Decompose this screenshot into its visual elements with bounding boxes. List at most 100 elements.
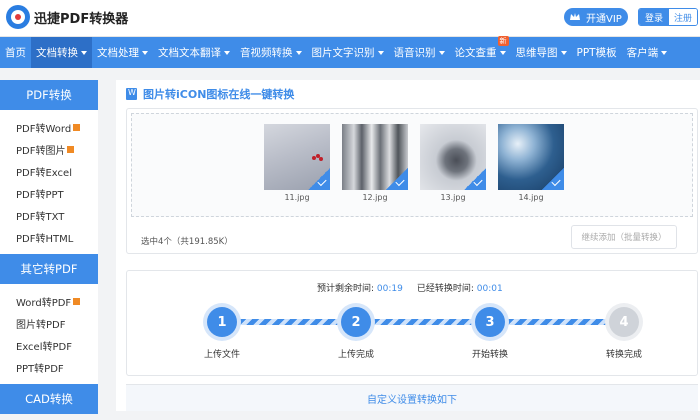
hot-icon <box>73 297 81 305</box>
sidebar-item[interactable]: PDF转HTML <box>0 226 98 248</box>
step-4-label: 转换完成 <box>605 350 642 360</box>
sidebar-item-label: PDF转PPT <box>16 189 64 201</box>
berries-decoration <box>312 154 324 162</box>
selected-files-info: 选中4个（共191.85K） <box>141 237 233 247</box>
sidebar-item[interactable]: Word转PDF <box>0 290 98 312</box>
sidebar-item[interactable]: PDF转Excel <box>0 160 98 182</box>
elapsed-time: 已经转换时间: 00:01 <box>417 281 503 294</box>
step-1-circle: 1 <box>207 307 237 337</box>
checked-icon[interactable] <box>542 168 564 190</box>
chevron-down-icon <box>224 50 230 55</box>
sidebar-item[interactable]: PDF转Word <box>0 116 98 138</box>
custom-settings-link[interactable]: 自定义设置转换如下 <box>126 384 698 411</box>
elapsed-time-value: 00:01 <box>476 284 503 294</box>
file-drop-area[interactable]: 11.jpg 12.jpg 13.jpg 14.jpg <box>131 113 693 217</box>
chevron-down-icon <box>377 50 384 55</box>
checked-icon[interactable] <box>386 168 408 190</box>
chevron-down-icon <box>499 50 506 55</box>
step-2-label: 上传完成 <box>337 350 374 360</box>
sidebar-item[interactable]: PDF转PPT <box>0 182 98 204</box>
checked-icon[interactable] <box>464 168 486 190</box>
chevron-down-icon <box>142 50 148 55</box>
nav-item-9[interactable]: PPT模板 <box>572 37 622 68</box>
sidebar-item[interactable]: Excel转PDF <box>0 334 98 356</box>
sidebar-item[interactable]: PDF转图片 <box>0 138 98 160</box>
nav-item-5[interactable]: 图片文字识别 <box>307 37 389 68</box>
upload-panel: 11.jpg 12.jpg 13.jpg 14.jpg 选中4个（共191.85… <box>126 108 698 254</box>
chevron-down-icon <box>295 50 302 55</box>
nav-item-label: PPT模板 <box>576 47 617 59</box>
page-title: 图片转iCON图标在线一键转换 <box>143 88 295 101</box>
brand-name[interactable]: 迅捷PDF转换器 <box>34 8 128 27</box>
step-2-circle: 2 <box>341 307 371 337</box>
nav-item-4[interactable]: 音视频转换 <box>235 37 307 68</box>
remaining-time-value: 00:19 <box>376 284 403 294</box>
nav-item-label: 图片文字识别 <box>311 47 375 59</box>
file-name: 11.jpg <box>284 193 310 202</box>
nav-item-label: 论文查重 <box>454 47 497 59</box>
main-content: 图片转iCON图标在线一键转换 11.jpg <box>116 80 700 411</box>
file-item[interactable]: 13.jpg <box>420 124 486 202</box>
register-button[interactable]: 注册 <box>669 9 697 25</box>
checked-icon[interactable] <box>308 168 330 190</box>
page-title-row: 图片转iCON图标在线一键转换 <box>126 86 294 102</box>
nav-item-8[interactable]: 思维导图 <box>511 37 572 68</box>
chevron-down-icon <box>438 50 445 55</box>
step-1-label: 上传文件 <box>203 350 240 360</box>
sidebar-section-title[interactable]: 其它转PDF <box>0 254 98 284</box>
file-list: 11.jpg 12.jpg 13.jpg 14.jpg <box>264 124 564 202</box>
sidebar-item-label: Excel转PDF <box>16 341 72 353</box>
sidebar-item[interactable]: 图片转PDF <box>0 312 98 334</box>
nav-item-6[interactable]: 语音识别 <box>389 37 450 68</box>
nav-item-3[interactable]: 文档文本翻译 <box>153 37 235 68</box>
nav-item-label: 首页 <box>5 47 26 59</box>
nav-item-label: 文档处理 <box>97 47 139 59</box>
login-button[interactable]: 登录 <box>639 9 669 25</box>
nav-item-label: 语音识别 <box>393 47 436 59</box>
sidebar-item[interactable]: PPT转PDF <box>0 356 98 378</box>
xunjie-logo-icon[interactable] <box>6 5 30 29</box>
crown-icon <box>570 13 580 20</box>
chevron-down-icon <box>560 50 567 55</box>
sidebar-item-label: PDF转TXT <box>16 211 65 223</box>
nav-item-1[interactable]: 文档转换 <box>31 37 92 68</box>
file-thumbnail <box>420 124 486 190</box>
nav-item-label: 思维导图 <box>515 47 558 59</box>
remaining-time: 预计剩余时间: 00:19 <box>317 281 403 294</box>
nav-item-0[interactable]: 首页 <box>0 37 31 68</box>
file-item[interactable]: 12.jpg <box>342 124 408 202</box>
file-thumbnail <box>342 124 408 190</box>
sidebar-item-label: PDF转图片 <box>16 145 66 157</box>
file-item[interactable]: 11.jpg <box>264 124 330 202</box>
open-vip-label: 开通VIP <box>586 13 622 25</box>
nav-item-10[interactable]: 客户端 <box>622 37 673 68</box>
main-nav: 首页 文档转换 文档处理 文档文本翻译 音视频转换 图片文字识别 语音识别 论文查重新思维导图… <box>0 36 700 68</box>
nav-item-2[interactable]: 文档处理 <box>92 37 153 68</box>
nav-item-label: 音视频转换 <box>240 47 293 59</box>
time-row: 预计剩余时间: 00:19 已经转换时间: 00:01 <box>317 281 503 294</box>
conversion-progress-panel: 预计剩余时间: 00:19 已经转换时间: 00:01 1 2 3 4 上传文件… <box>126 270 698 376</box>
sidebar-item-label: PDF转Excel <box>16 167 72 179</box>
nav-item-7[interactable]: 论文查重新 <box>450 36 511 68</box>
step-3-circle: 3 <box>475 307 505 337</box>
word-doc-icon <box>126 88 137 100</box>
hot-icon <box>73 123 81 131</box>
file-item[interactable]: 14.jpg <box>498 124 564 202</box>
continue-add-button[interactable]: 继续添加（批量转换） <box>571 225 677 249</box>
sidebar-item-label: Word转PDF <box>16 297 72 309</box>
nav-item-label: 文档文本翻译 <box>158 47 221 59</box>
new-badge: 新 <box>497 36 509 46</box>
sidebar-item[interactable]: PDF转TXT <box>0 204 98 226</box>
hot-icon <box>67 145 75 153</box>
progress-track-1 <box>225 319 355 325</box>
file-thumbnail <box>264 124 330 190</box>
open-vip-button[interactable]: 开通VIP <box>564 8 628 26</box>
elapsed-time-label: 已经转换时间: <box>416 284 474 294</box>
sidebar-section-title[interactable]: PDF转换 <box>0 80 98 110</box>
auth-buttons: 登录 注册 <box>638 8 698 26</box>
nav-item-label: 文档转换 <box>36 47 78 59</box>
sidebar-section-title[interactable]: CAD转换 <box>0 384 98 414</box>
sidebar-item-label: 图片转PDF <box>16 319 66 331</box>
nav-item-label: 客户端 <box>626 47 659 59</box>
step-4-circle: 4 <box>609 307 639 337</box>
